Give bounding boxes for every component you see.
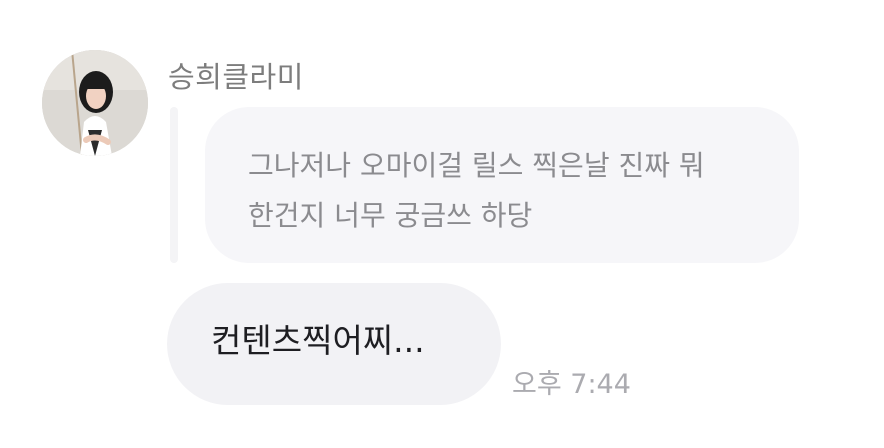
reply-indicator-bar <box>170 107 178 263</box>
reply-preview-line-1: 그나저나 오마이걸 릴스 찍은날 진짜 뭐 <box>248 149 705 182</box>
sender-name: 승희클라미 <box>168 60 304 94</box>
message-text: 컨텐츠찍어찌... <box>211 321 425 360</box>
chat-message-group: 승희클라미 그나저나 오마이걸 릴스 찍은날 진짜 뭐 한건지 너무 궁금쓰 하… <box>0 0 884 448</box>
profile-photo-icon <box>42 50 148 156</box>
message-timestamp: 오후 7:44 <box>512 369 631 400</box>
reply-preview-bubble[interactable]: 그나저나 오마이걸 릴스 찍은날 진짜 뭐 한건지 너무 궁금쓰 하당 <box>205 107 799 263</box>
message-bubble[interactable]: 컨텐츠찍어찌... <box>167 283 501 405</box>
sender-avatar[interactable] <box>42 50 148 156</box>
reply-preview-line-2: 한건지 너무 궁금쓰 하당 <box>248 199 533 232</box>
